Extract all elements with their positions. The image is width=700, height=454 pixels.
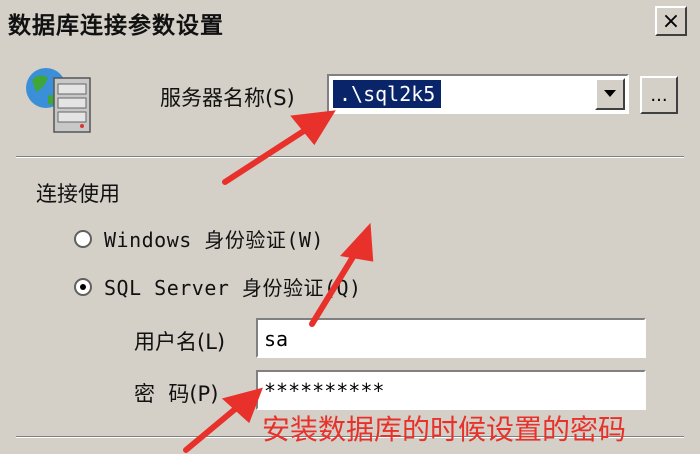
arrowhead-sql-auth (340, 222, 374, 262)
windows-auth-label: Windows 身份验证(W) (104, 228, 324, 252)
sql-auth-option[interactable]: SQL Server 身份验证(Q) (74, 272, 362, 301)
database-server-icon (26, 68, 91, 133)
arrow-to-password (183, 402, 243, 453)
arrowhead-server (290, 110, 336, 146)
password-label: 密 码(P) (134, 382, 219, 406)
annotation-text: 安装数据库的时候设置的密码 (262, 413, 627, 446)
window-title: 数据库连接参数设置 (8, 13, 224, 39)
sql-auth-label: SQL Server 身份验证(Q) (104, 276, 362, 300)
username-input[interactable]: sa (256, 318, 646, 358)
radio-selected-dot (80, 283, 86, 290)
close-icon: × (661, 8, 681, 34)
arrowhead-password (221, 387, 263, 424)
sql-auth-radio[interactable] (74, 277, 92, 296)
server-name-value: .\sql2k5 (333, 80, 442, 108)
title-bar: 数据库连接参数设置 × (0, 0, 700, 42)
connection-group-label: 连接使用 (36, 182, 120, 206)
password-input[interactable]: ********** (256, 370, 646, 410)
windows-auth-option[interactable]: Windows 身份验证(W) (74, 224, 324, 253)
browse-servers-button[interactable]: ... (640, 76, 678, 114)
chevron-down-icon (604, 90, 616, 97)
server-dropdown-button[interactable] (595, 78, 625, 110)
separator (16, 156, 684, 158)
server-name-combobox[interactable]: .\sql2k5 (327, 74, 629, 114)
username-label: 用户名(L) (134, 330, 226, 354)
close-button[interactable]: × (655, 6, 687, 36)
server-name-label: 服务器名称(S) (160, 86, 295, 110)
windows-auth-radio[interactable] (74, 229, 92, 248)
arrow-to-server (222, 124, 313, 185)
